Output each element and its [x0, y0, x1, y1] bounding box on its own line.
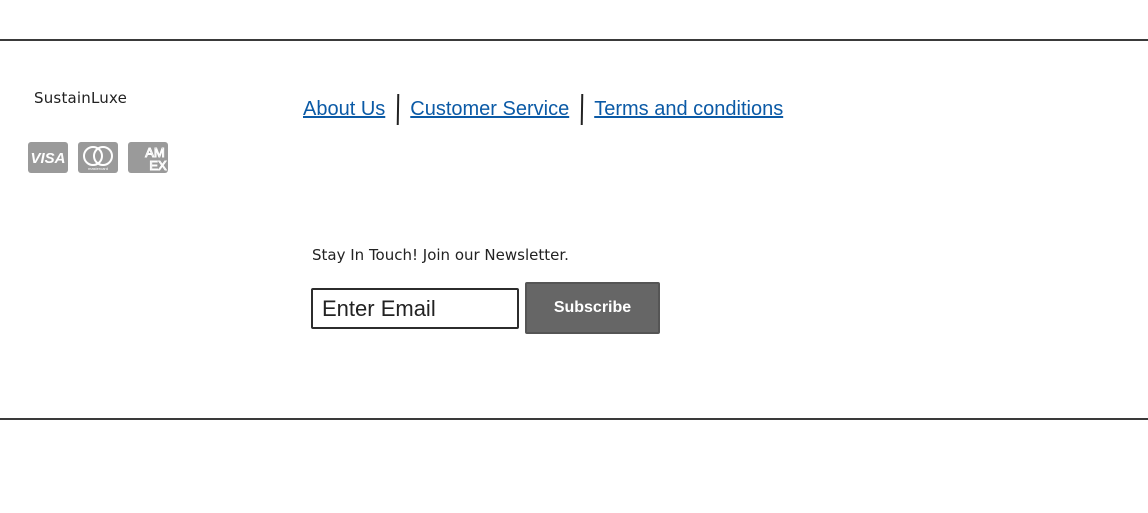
brand-name: SustainLuxe	[34, 89, 128, 107]
top-divider	[0, 39, 1148, 41]
email-input[interactable]	[311, 288, 519, 329]
bottom-divider	[0, 418, 1148, 420]
visa-text: VISA	[30, 150, 65, 167]
terms-link[interactable]: Terms and conditions	[594, 98, 783, 121]
amex-icon: AM EX	[128, 142, 168, 173]
about-us-link[interactable]: About Us	[303, 98, 385, 121]
mastercard-text: mastercard	[88, 166, 108, 171]
link-separator	[396, 93, 400, 126]
payment-methods: VISA mastercard AM EX	[28, 142, 168, 173]
subscribe-button[interactable]: Subscribe	[525, 282, 660, 334]
link-separator	[580, 93, 584, 126]
newsletter-heading: Stay In Touch! Join our Newsletter.	[312, 246, 569, 264]
footer-links: About Us Customer Service Terms and cond…	[303, 93, 783, 126]
amex-text-bottom: EX	[149, 158, 167, 173]
visa-icon: VISA	[28, 142, 68, 173]
mastercard-icon: mastercard	[78, 142, 118, 173]
customer-service-link[interactable]: Customer Service	[410, 98, 569, 121]
